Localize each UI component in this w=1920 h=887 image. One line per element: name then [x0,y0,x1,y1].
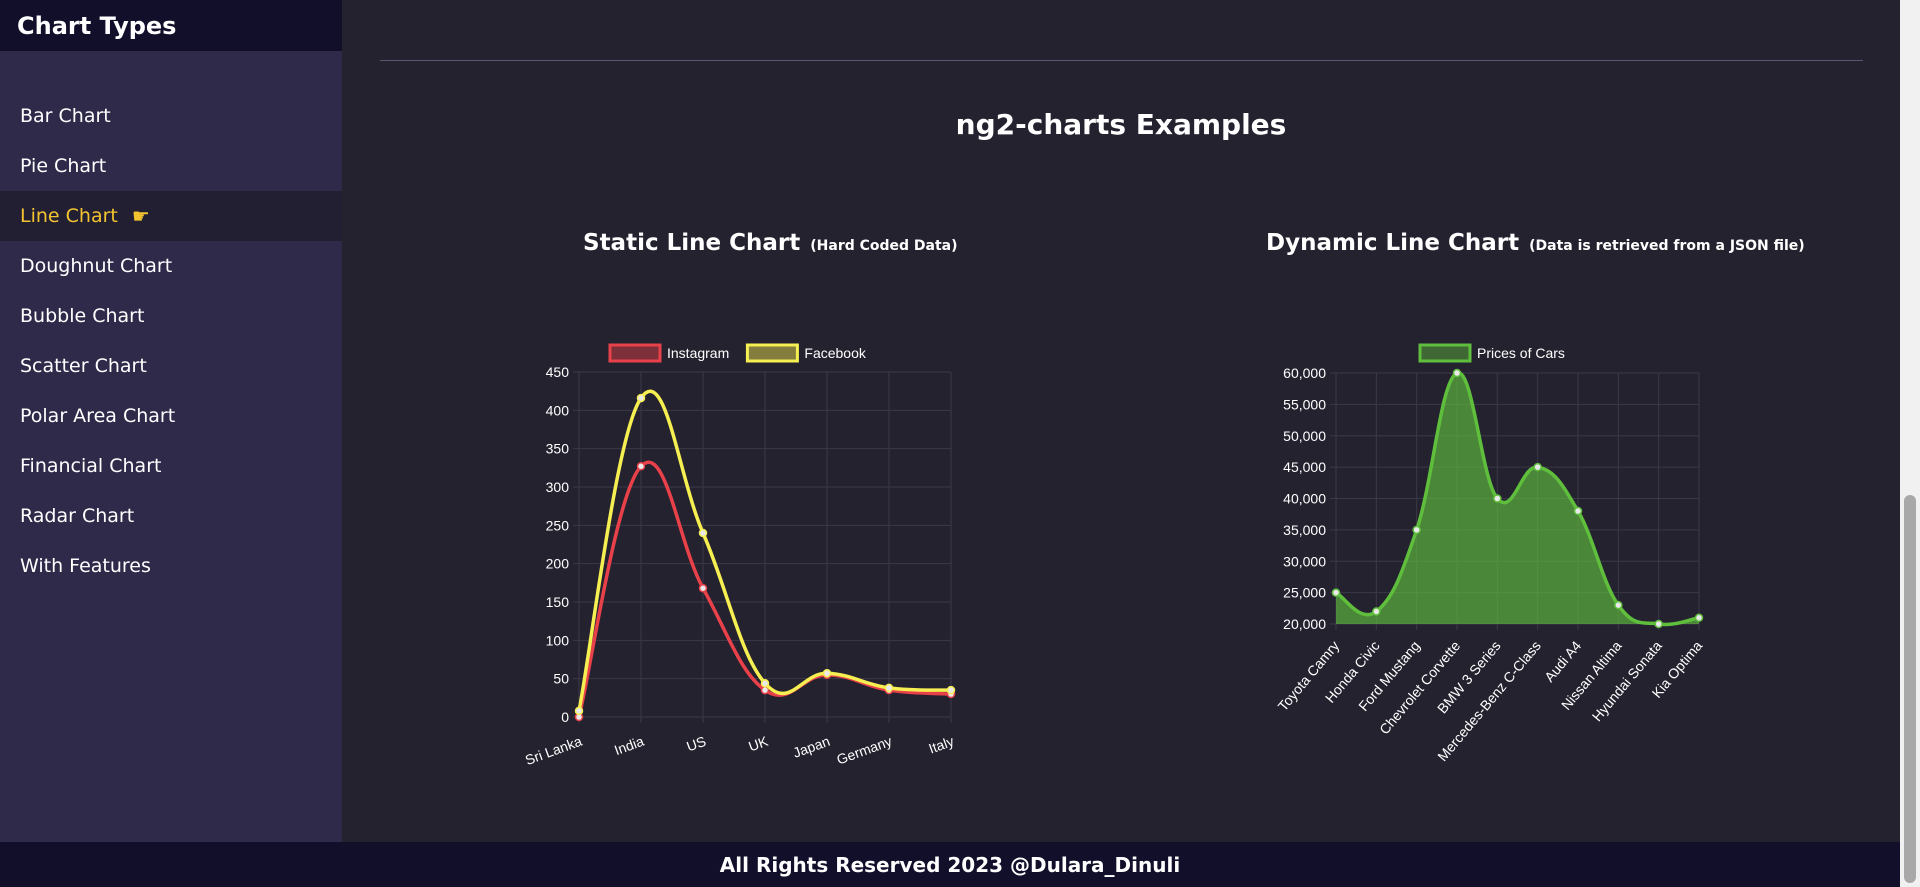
sidebar: Chart Types Bar Chart Pie Chart Line Cha… [0,0,342,842]
sidebar-item-scatter-chart[interactable]: Scatter Chart [0,341,342,391]
y-tick-label: 55,000 [1283,396,1326,412]
sidebar-item-pie-chart[interactable]: Pie Chart [0,141,342,191]
scrollbar[interactable] [1900,0,1920,887]
data-point [1372,607,1381,616]
data-point [1694,613,1704,622]
scrollbar-thumb[interactable] [1904,495,1916,883]
y-tick-label: 20,000 [1283,616,1326,632]
data-point [1614,600,1623,610]
sidebar-title: Chart Types [17,11,177,40]
y-tick-label: 50,000 [1283,428,1326,444]
main-content: ng2-charts Examples Static Line Chart (H… [342,0,1900,842]
y-tick-label: 45,000 [1283,459,1326,475]
sidebar-item-label: Financial Chart [20,455,162,477]
sidebar-item-financial-chart[interactable]: Financial Chart [0,441,342,491]
y-tick-label: 25,000 [1283,585,1326,601]
y-tick-label: 35,000 [1283,522,1326,538]
sidebar-item-radar-chart[interactable]: Radar Chart [0,491,342,541]
dynamic-line-chart: 20,000 25,000 30,000 35,000 40,000 45,000 50,0… [1275,343,1705,764]
y-tick-label: 60,000 [1283,365,1326,381]
sidebar-item-label: Line Chart [20,205,118,227]
data-point [1412,525,1421,535]
legend-label: Prices of Cars [1477,345,1565,361]
sidebar-item-label: Bar Chart [20,105,111,127]
data-point [1654,619,1663,629]
sidebar-item-label: Polar Area Chart [20,405,176,427]
sidebar-item-label: Bubble Chart [20,305,145,327]
sidebar-item-line-chart[interactable]: Line Chart ☛ [0,191,342,241]
footer: All Rights Reserved 2023 @Dulara_Dinuli [0,842,1900,887]
sidebar-item-label: Pie Chart [20,155,107,177]
legend-swatch [1418,343,1472,363]
sidebar-item-label: Doughnut Chart [20,255,173,277]
sidebar-nav: Bar Chart Pie Chart Line Chart ☛ Doughnut… [0,91,342,591]
sidebar-item-label: Radar Chart [20,505,135,527]
data-point [1493,494,1502,503]
data-point [1452,368,1462,378]
data-point [1331,588,1341,597]
sidebar-item-label: With Features [20,555,151,577]
sidebar-item-doughnut-chart[interactable]: Doughnut Chart [0,241,342,291]
sidebar-item-polar-area-chart[interactable]: Polar Area Chart [0,391,342,441]
footer-text: All Rights Reserved 2023 @Dulara_Dinuli [719,852,1181,877]
sidebar-item-bubble-chart[interactable]: Bubble Chart [0,291,342,341]
data-point [1533,462,1542,472]
x-tick-label: Hyundai Sonata [1589,637,1665,724]
sidebar-item-label: Scatter Chart [20,355,147,377]
data-point [1573,506,1583,516]
y-tick-label: 30,000 [1283,553,1326,569]
sidebar-item-with-features[interactable]: With Features [0,541,342,591]
sidebar-header: Chart Types [0,0,342,51]
y-tick-label: 40,000 [1283,491,1326,507]
sidebar-item-bar-chart[interactable]: Bar Chart [0,91,342,141]
pointing-hand-icon: ☛ [131,204,150,228]
